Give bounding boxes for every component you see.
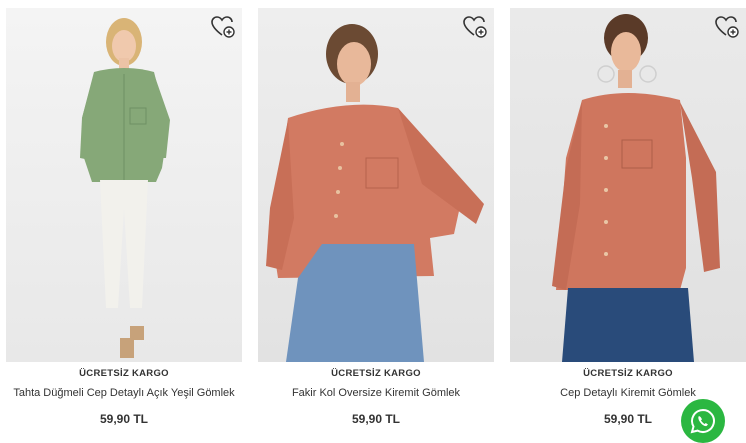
free-shipping-badge: ÜCRETSİZ KARGO bbox=[79, 368, 169, 379]
product-image[interactable] bbox=[258, 8, 494, 362]
heart-plus-icon bbox=[211, 16, 235, 38]
product-card[interactable]: ÜCRETSİZ KARGO Fakir Kol Oversize Kiremi… bbox=[258, 8, 494, 431]
product-price: 59,90 TL bbox=[99, 412, 149, 426]
model-photo bbox=[80, 18, 170, 358]
heart-plus-icon bbox=[463, 16, 487, 38]
favorite-button[interactable] bbox=[462, 14, 488, 40]
free-shipping-badge: ÜCRETSİZ KARGO bbox=[583, 368, 673, 379]
free-shipping-badge: ÜCRETSİZ KARGO bbox=[331, 368, 421, 379]
model-photo bbox=[552, 14, 720, 362]
product-title[interactable]: Fakir Kol Oversize Kiremit Gömlek bbox=[258, 387, 494, 399]
product-price: 59,90 TL bbox=[351, 412, 401, 426]
whatsapp-button[interactable] bbox=[681, 399, 725, 443]
product-grid: ÜCRETSİZ KARGO Tahta Düğmeli Cep Detaylı… bbox=[0, 0, 746, 431]
product-title[interactable]: Tahta Düğmeli Cep Detaylı Açık Yeşil Göm… bbox=[6, 387, 242, 399]
product-title[interactable]: Cep Detaylı Kiremit Gömlek bbox=[510, 387, 746, 399]
heart-plus-icon bbox=[715, 16, 739, 38]
model-photo bbox=[266, 24, 484, 362]
product-card[interactable]: ÜCRETSİZ KARGO Cep Detaylı Kiremit Gömle… bbox=[510, 8, 746, 431]
whatsapp-icon bbox=[690, 408, 715, 434]
product-image[interactable] bbox=[6, 8, 242, 362]
product-image[interactable] bbox=[510, 8, 746, 362]
favorite-button[interactable] bbox=[714, 14, 740, 40]
product-card[interactable]: ÜCRETSİZ KARGO Tahta Düğmeli Cep Detaylı… bbox=[6, 8, 242, 431]
favorite-button[interactable] bbox=[210, 14, 236, 40]
